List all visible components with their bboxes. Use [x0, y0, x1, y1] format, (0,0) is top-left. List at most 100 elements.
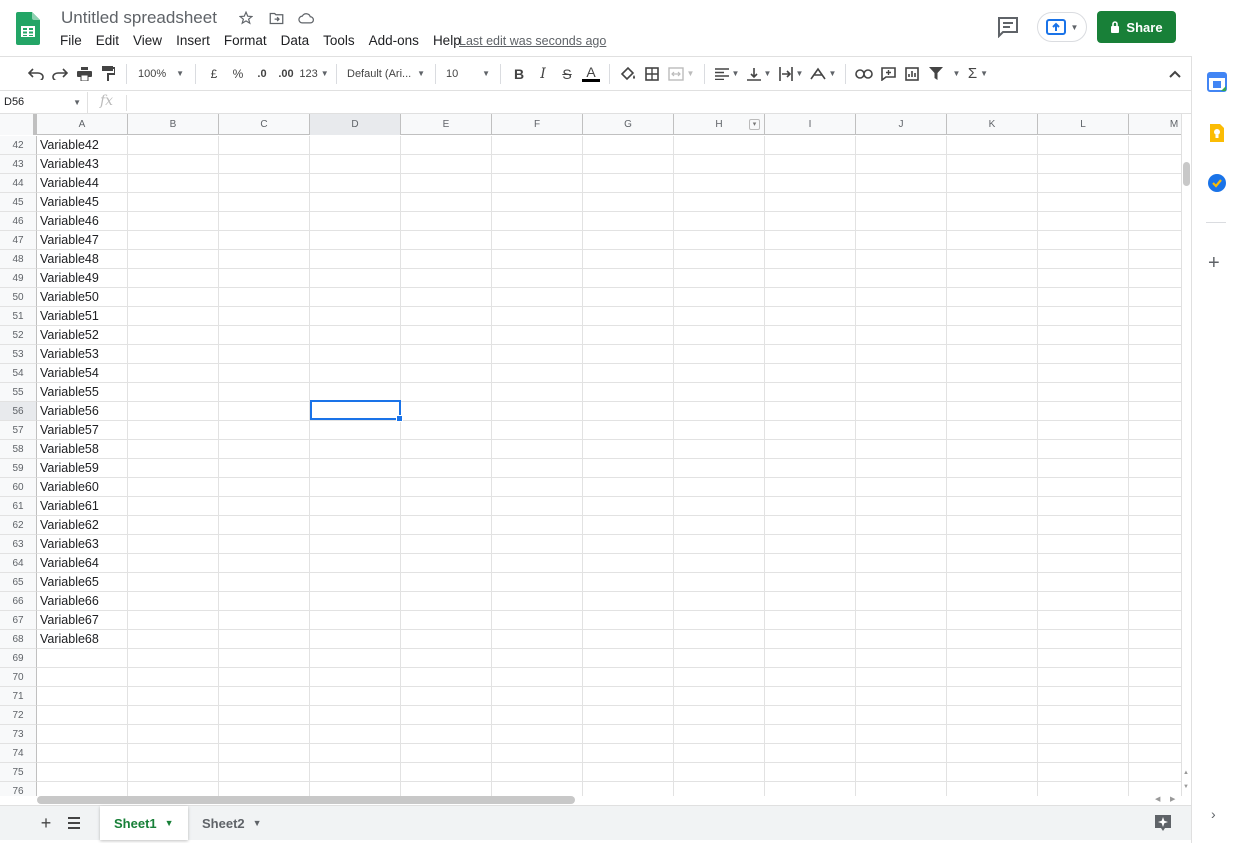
cell-f56[interactable]	[492, 402, 583, 421]
cell-k46[interactable]	[947, 212, 1038, 231]
cell-a73[interactable]	[37, 725, 128, 744]
cell-e61[interactable]	[401, 497, 492, 516]
cell-f73[interactable]	[492, 725, 583, 744]
cell-g52[interactable]	[583, 326, 674, 345]
cell-m46[interactable]	[1129, 212, 1181, 231]
cell-i51[interactable]	[765, 307, 856, 326]
cell-e46[interactable]	[401, 212, 492, 231]
cell-g67[interactable]	[583, 611, 674, 630]
column-header-m[interactable]: M	[1129, 114, 1181, 135]
cell-i62[interactable]	[765, 516, 856, 535]
cell-a56[interactable]: Variable56	[37, 402, 128, 421]
cell-l72[interactable]	[1038, 706, 1129, 725]
cell-g53[interactable]	[583, 345, 674, 364]
zoom-select[interactable]: 100% ▼	[133, 62, 189, 86]
row-header[interactable]: 69	[0, 649, 37, 668]
cell-h76[interactable]	[674, 782, 765, 796]
cell-i50[interactable]	[765, 288, 856, 307]
row-header[interactable]: 52	[0, 326, 37, 345]
cell-j54[interactable]	[856, 364, 947, 383]
cell-c50[interactable]	[219, 288, 310, 307]
cell-m42[interactable]	[1129, 136, 1181, 155]
cell-m52[interactable]	[1129, 326, 1181, 345]
cell-a57[interactable]: Variable57	[37, 421, 128, 440]
cell-g64[interactable]	[583, 554, 674, 573]
cell-d70[interactable]	[310, 668, 401, 687]
cell-l69[interactable]	[1038, 649, 1129, 668]
cell-f53[interactable]	[492, 345, 583, 364]
cell-g46[interactable]	[583, 212, 674, 231]
cell-a46[interactable]: Variable46	[37, 212, 128, 231]
cell-i53[interactable]	[765, 345, 856, 364]
cell-a49[interactable]: Variable49	[37, 269, 128, 288]
cell-h62[interactable]	[674, 516, 765, 535]
scroll-left-icon[interactable]: ◀	[1155, 795, 1160, 803]
cell-e50[interactable]	[401, 288, 492, 307]
cell-b48[interactable]	[128, 250, 219, 269]
cell-m76[interactable]	[1129, 782, 1181, 796]
cell-c70[interactable]	[219, 668, 310, 687]
cell-j55[interactable]	[856, 383, 947, 402]
cell-j68[interactable]	[856, 630, 947, 649]
cell-g55[interactable]	[583, 383, 674, 402]
cell-j52[interactable]	[856, 326, 947, 345]
cell-m48[interactable]	[1129, 250, 1181, 269]
cell-h43[interactable]	[674, 155, 765, 174]
cell-e47[interactable]	[401, 231, 492, 250]
explore-icon[interactable]	[1153, 813, 1173, 833]
row-header[interactable]: 59	[0, 459, 37, 478]
cell-g71[interactable]	[583, 687, 674, 706]
column-header-i[interactable]: I	[765, 114, 856, 135]
cell-d45[interactable]	[310, 193, 401, 212]
cell-a60[interactable]: Variable60	[37, 478, 128, 497]
cell-j44[interactable]	[856, 174, 947, 193]
cell-b65[interactable]	[128, 573, 219, 592]
cell-g43[interactable]	[583, 155, 674, 174]
cell-h59[interactable]	[674, 459, 765, 478]
cell-k47[interactable]	[947, 231, 1038, 250]
column-header-l[interactable]: L	[1038, 114, 1129, 135]
chevron-down-icon[interactable]: ▼	[253, 818, 262, 828]
undo-icon[interactable]	[24, 62, 48, 86]
menu-insert[interactable]: Insert	[169, 33, 217, 48]
cell-d66[interactable]	[310, 592, 401, 611]
format-percent-button[interactable]: %	[226, 62, 250, 86]
cell-f64[interactable]	[492, 554, 583, 573]
cell-h66[interactable]	[674, 592, 765, 611]
chevron-down-icon[interactable]: ▼	[165, 818, 174, 828]
cell-b56[interactable]	[128, 402, 219, 421]
cell-c60[interactable]	[219, 478, 310, 497]
cell-m67[interactable]	[1129, 611, 1181, 630]
cell-k45[interactable]	[947, 193, 1038, 212]
cell-f75[interactable]	[492, 763, 583, 782]
cell-d74[interactable]	[310, 744, 401, 763]
cell-b69[interactable]	[128, 649, 219, 668]
row-header[interactable]: 66	[0, 592, 37, 611]
cell-k48[interactable]	[947, 250, 1038, 269]
cell-j66[interactable]	[856, 592, 947, 611]
formula-input[interactable]	[130, 92, 1190, 113]
cell-h56[interactable]	[674, 402, 765, 421]
cell-l73[interactable]	[1038, 725, 1129, 744]
row-header[interactable]: 74	[0, 744, 37, 763]
cell-b54[interactable]	[128, 364, 219, 383]
cell-b66[interactable]	[128, 592, 219, 611]
cell-h47[interactable]	[674, 231, 765, 250]
cell-e70[interactable]	[401, 668, 492, 687]
cell-k50[interactable]	[947, 288, 1038, 307]
cell-f42[interactable]	[492, 136, 583, 155]
cell-m55[interactable]	[1129, 383, 1181, 402]
cell-h67[interactable]	[674, 611, 765, 630]
cell-j61[interactable]	[856, 497, 947, 516]
cell-f49[interactable]	[492, 269, 583, 288]
functions-button[interactable]: Σ ▼	[962, 62, 994, 86]
cell-i76[interactable]	[765, 782, 856, 796]
cell-g50[interactable]	[583, 288, 674, 307]
cell-g45[interactable]	[583, 193, 674, 212]
cell-b49[interactable]	[128, 269, 219, 288]
cell-m65[interactable]	[1129, 573, 1181, 592]
cell-h71[interactable]	[674, 687, 765, 706]
cell-j76[interactable]	[856, 782, 947, 796]
cell-i72[interactable]	[765, 706, 856, 725]
cell-i56[interactable]	[765, 402, 856, 421]
